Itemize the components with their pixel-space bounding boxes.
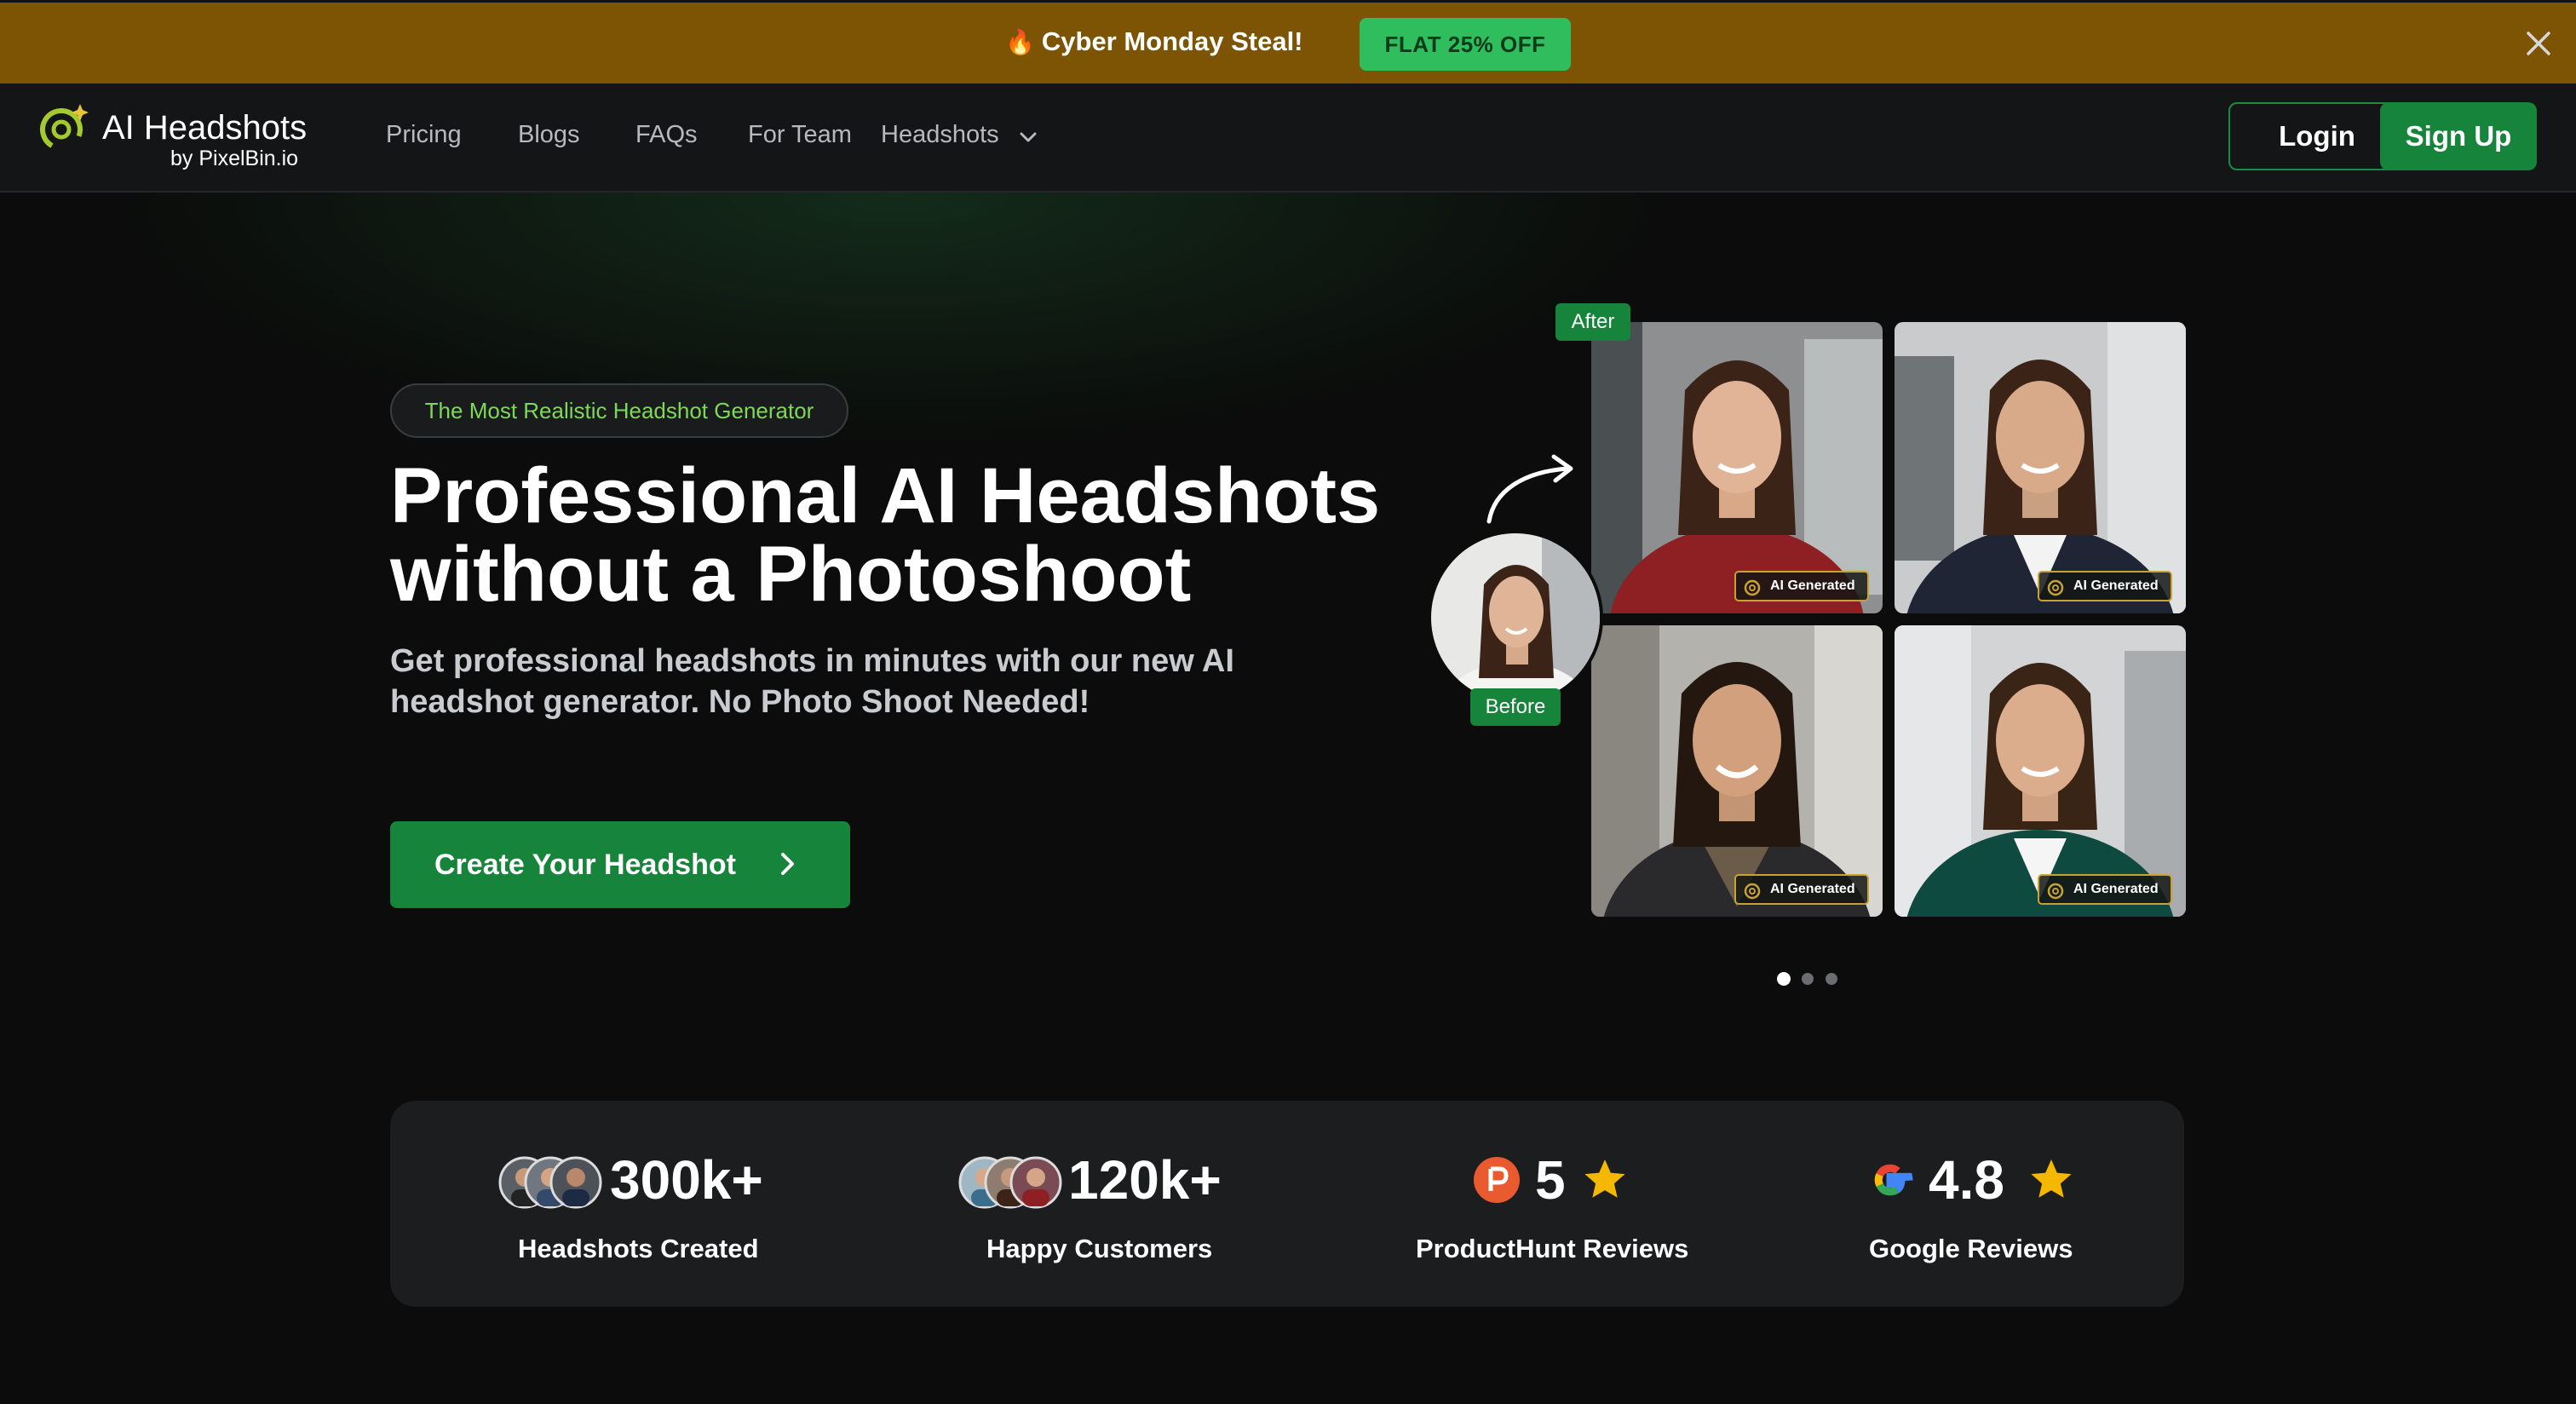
ai-generated-badge: AI Generated <box>2038 571 2172 601</box>
stat-google-label: Google Reviews <box>1869 1234 2073 1263</box>
customer-avatars-icon <box>498 1156 602 1209</box>
carousel-dot-active <box>1777 972 1791 986</box>
close-icon[interactable] <box>2523 28 2554 59</box>
promo-text-wrap: 🔥 Cyber Monday Steal! <box>1005 26 1303 57</box>
ai-headshot-image-1: AI Generated <box>1591 322 1883 613</box>
logo-subtitle: by PixelBin.io <box>170 147 298 171</box>
logo-camera-icon[interactable] <box>36 101 92 157</box>
nav-link-for-team[interactable]: For Team <box>748 121 852 149</box>
stat-headshots-value: 300k+ <box>610 1149 763 1211</box>
ai-headshot-image-2: AI Generated <box>1895 322 2186 613</box>
producthunt-icon <box>1474 1157 1520 1203</box>
ai-generated-badge: AI Generated <box>2038 874 2172 905</box>
ai-badge-label: AI Generated <box>2073 882 2159 896</box>
hero-title: Professional AI Headshots without a Phot… <box>390 452 1381 618</box>
stat-producthunt-value: 5 <box>1535 1149 1566 1211</box>
curved-arrow-icon <box>1486 454 1573 524</box>
stat-producthunt-label: ProductHunt Reviews <box>1416 1234 1689 1263</box>
before-photo <box>1428 530 1603 705</box>
stat-customers-label: Happy Customers <box>986 1234 1213 1263</box>
ai-badge-label: AI Generated <box>2073 578 2159 593</box>
ai-badge-label: AI Generated <box>1770 578 1855 593</box>
customer-avatars-icon <box>958 1156 1062 1209</box>
nav-link-blogs[interactable]: Blogs <box>518 121 580 149</box>
hero-subtitle: Get professional headshots in minutes wi… <box>390 643 1234 720</box>
login-button[interactable]: Login <box>2228 102 2406 170</box>
ai-headshot-image-4: AI Generated <box>1895 625 2186 917</box>
ai-camera-icon <box>1744 883 1761 900</box>
carousel-dot <box>1826 973 1837 985</box>
star-icon <box>2031 1159 2072 1198</box>
carousel-dots[interactable] <box>1775 970 1843 987</box>
logo-brand: PixelBin.io <box>198 147 299 170</box>
ai-camera-icon <box>1744 579 1761 596</box>
star-icon <box>1584 1159 1625 1198</box>
ai-badge-label: AI Generated <box>1770 882 1855 896</box>
ai-camera-icon <box>2047 579 2064 596</box>
top-nav: AI Headshots by PixelBin.io Pricing Blog… <box>0 83 2576 193</box>
logo-title[interactable]: AI Headshots <box>102 109 307 147</box>
logo-by: by <box>170 147 193 170</box>
promo-banner: 🔥 Cyber Monday Steal! FLAT 25% OFF <box>0 0 2576 83</box>
promo-text: Cyber Monday Steal! <box>1041 26 1303 56</box>
before-badge: Before <box>1470 688 1561 726</box>
nav-link-pricing[interactable]: Pricing <box>386 121 462 149</box>
nav-link-faqs[interactable]: FAQs <box>635 121 698 149</box>
nav-link-headshots[interactable]: Headshots <box>881 121 999 149</box>
hero-tagline-badge: The Most Realistic Headshot Generator <box>390 383 848 438</box>
promo-discount-button[interactable]: FLAT 25% OFF <box>1360 18 1571 71</box>
ai-generated-badge: AI Generated <box>1734 571 1869 601</box>
stat-customers-value: 120k+ <box>1068 1149 1222 1211</box>
stat-google-value: 4.8 <box>1929 1149 2004 1211</box>
cta-label: Create Your Headshot <box>434 848 736 881</box>
fire-icon: 🔥 <box>1005 29 1035 55</box>
stat-headshots-label: Headshots Created <box>518 1234 759 1263</box>
signup-button[interactable]: Sign Up <box>2380 102 2537 170</box>
google-icon <box>1874 1164 1913 1196</box>
ai-camera-icon <box>2047 883 2064 900</box>
carousel-dot <box>1802 973 1814 985</box>
chevron-down-icon[interactable] <box>1017 126 1039 148</box>
ai-headshot-image-3: AI Generated <box>1591 625 1883 917</box>
chevron-right-icon[interactable] <box>772 849 802 879</box>
after-badge: After <box>1555 303 1630 341</box>
ai-generated-badge: AI Generated <box>1734 874 1869 905</box>
